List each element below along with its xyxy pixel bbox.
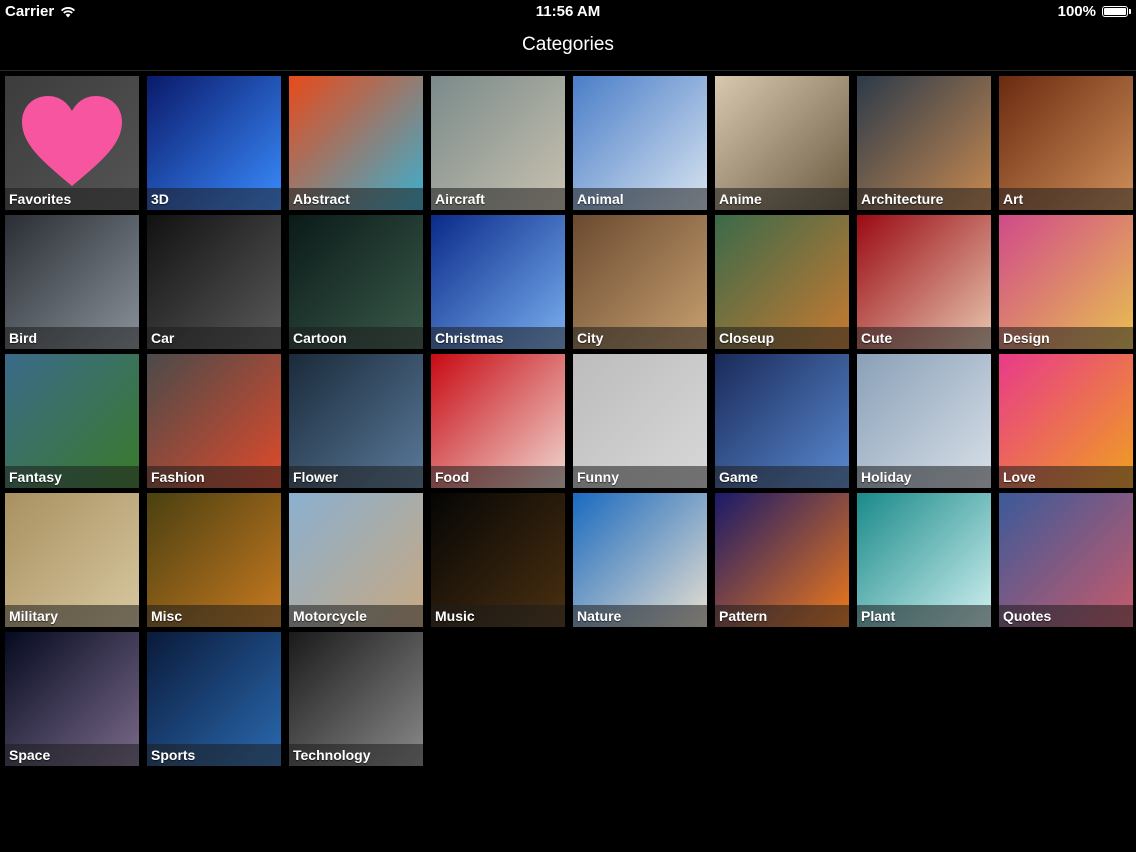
category-tile-technology[interactable]: Technology: [289, 632, 423, 766]
category-tile-cute[interactable]: Cute: [857, 215, 991, 349]
clock: 11:56 AM: [535, 3, 601, 20]
category-label: Christmas: [431, 327, 565, 349]
category-label: Pattern: [715, 605, 849, 627]
category-label: Flower: [289, 466, 423, 488]
category-label: Art: [999, 188, 1133, 210]
category-tile-cartoon[interactable]: Cartoon: [289, 215, 423, 349]
status-bar: Carrier 11:56 AM 100%: [0, 0, 1136, 22]
category-tile-abstract[interactable]: Abstract: [289, 76, 423, 210]
category-tile-aircraft[interactable]: Aircraft: [431, 76, 565, 210]
category-label: Space: [5, 744, 139, 766]
category-label: Animal: [573, 188, 707, 210]
category-tile-space[interactable]: Space: [5, 632, 139, 766]
category-label: Sports: [147, 744, 281, 766]
navigation-bar: Categories: [0, 22, 1136, 71]
category-tile-food[interactable]: Food: [431, 354, 565, 488]
page-title: Categories: [522, 34, 614, 55]
category-label: Technology: [289, 744, 423, 766]
category-label: Cartoon: [289, 327, 423, 349]
battery-status: 100%: [1057, 3, 1131, 20]
category-tile-fashion[interactable]: Fashion: [147, 354, 281, 488]
category-tile-quotes[interactable]: Quotes: [999, 493, 1133, 627]
category-tile-holiday[interactable]: Holiday: [857, 354, 991, 488]
category-tile-military[interactable]: Military: [5, 493, 139, 627]
category-label: Holiday: [857, 466, 991, 488]
category-tile-bird[interactable]: Bird: [5, 215, 139, 349]
category-tile-design[interactable]: Design: [999, 215, 1133, 349]
category-label: Nature: [573, 605, 707, 627]
category-tile-fantasy[interactable]: Fantasy: [5, 354, 139, 488]
category-tile-love[interactable]: Love: [999, 354, 1133, 488]
category-grid: Favorites 3D Abstract Aircraft Animal Anime Ar…: [5, 76, 1133, 766]
category-label: Favorites: [5, 188, 139, 210]
category-label: Architecture: [857, 188, 991, 210]
category-tile-car[interactable]: Car: [147, 215, 281, 349]
category-label: Music: [431, 605, 565, 627]
category-tile-favorites[interactable]: Favorites: [5, 76, 139, 210]
category-label: Closeup: [715, 327, 849, 349]
battery-icon: [1102, 6, 1131, 17]
category-tile-plant[interactable]: Plant: [857, 493, 991, 627]
category-label: Misc: [147, 605, 281, 627]
category-label: Bird: [5, 327, 139, 349]
category-tile-christmas[interactable]: Christmas: [431, 215, 565, 349]
category-label: Funny: [573, 466, 707, 488]
category-label: 3D: [147, 188, 281, 210]
category-label: Game: [715, 466, 849, 488]
category-label: City: [573, 327, 707, 349]
category-tile-motorcycle[interactable]: Motorcycle: [289, 493, 423, 627]
category-tile-architecture[interactable]: Architecture: [857, 76, 991, 210]
category-label: Food: [431, 466, 565, 488]
category-label: Cute: [857, 327, 991, 349]
category-tile-closeup[interactable]: Closeup: [715, 215, 849, 349]
category-label: Anime: [715, 188, 849, 210]
category-tile-pattern[interactable]: Pattern: [715, 493, 849, 627]
category-label: Military: [5, 605, 139, 627]
category-label: Fashion: [147, 466, 281, 488]
category-label: Plant: [857, 605, 991, 627]
category-tile-music[interactable]: Music: [431, 493, 565, 627]
category-label: Design: [999, 327, 1133, 349]
category-tile-sports[interactable]: Sports: [147, 632, 281, 766]
category-tile-misc[interactable]: Misc: [147, 493, 281, 627]
category-tile-flower[interactable]: Flower: [289, 354, 423, 488]
category-tile-anime[interactable]: Anime: [715, 76, 849, 210]
category-tile-game[interactable]: Game: [715, 354, 849, 488]
category-label: Fantasy: [5, 466, 139, 488]
category-tile-3d[interactable]: 3D: [147, 76, 281, 210]
battery-percent: 100%: [1057, 3, 1096, 20]
category-tile-city[interactable]: City: [573, 215, 707, 349]
category-label: Quotes: [999, 605, 1133, 627]
category-label: Aircraft: [431, 188, 565, 210]
category-tile-funny[interactable]: Funny: [573, 354, 707, 488]
category-label: Abstract: [289, 188, 423, 210]
category-tile-art[interactable]: Art: [999, 76, 1133, 210]
category-label: Love: [999, 466, 1133, 488]
category-tile-animal[interactable]: Animal: [573, 76, 707, 210]
category-label: Car: [147, 327, 281, 349]
category-tile-nature[interactable]: Nature: [573, 493, 707, 627]
category-label: Motorcycle: [289, 605, 423, 627]
